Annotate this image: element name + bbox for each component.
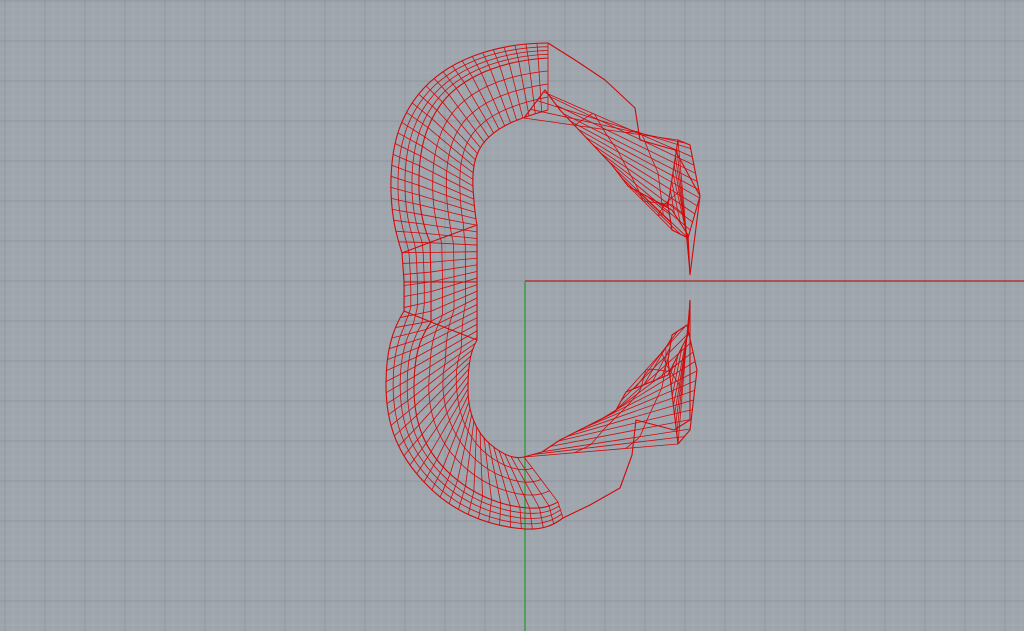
- viewport-canvas[interactable]: [0, 0, 1024, 631]
- isocurve-rung: [517, 457, 555, 525]
- isocurve-rung: [389, 310, 478, 350]
- isocurve-rung: [478, 432, 483, 519]
- isocurve-rung: [393, 219, 478, 233]
- isocurve-rung: [395, 230, 478, 239]
- arm-isocurve: [536, 100, 691, 150]
- arm-isocurve-longitudinal: [574, 347, 687, 454]
- isocurve-rung: [385, 337, 478, 394]
- arm-isocurve: [543, 91, 693, 158]
- isocurve-rung: [467, 427, 478, 515]
- isocurve-rung: [452, 65, 494, 134]
- isocurve-rung: [402, 257, 478, 264]
- arm-isocurve: [523, 443, 679, 458]
- ring-inner-edge: [467, 109, 549, 459]
- isocurve-rung: [433, 78, 485, 143]
- arm-isocurve: [549, 96, 695, 166]
- construction-grid: [0, 0, 1024, 631]
- arm-isocurve: [530, 108, 686, 144]
- lower-arm-flange: [667, 324, 698, 445]
- viewport-top[interactable]: [0, 0, 1024, 631]
- isocurve-longitudinal: [428, 70, 550, 496]
- arm-isocurve: [616, 342, 692, 410]
- isocurve-rung: [525, 43, 536, 114]
- isocurve-rung: [503, 47, 524, 119]
